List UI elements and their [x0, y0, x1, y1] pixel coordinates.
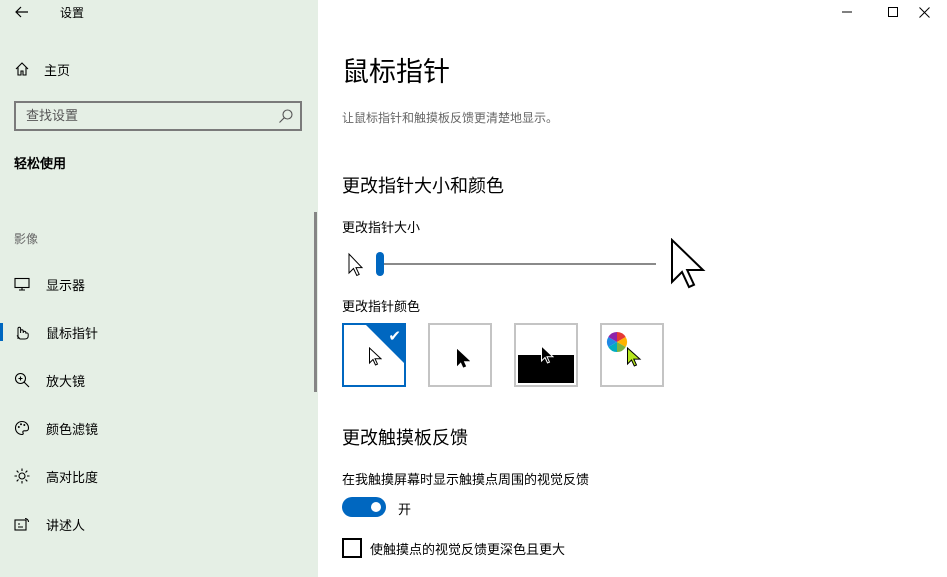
swatch-preview [602, 325, 662, 385]
sidebar-item-label: 显示器 [46, 278, 86, 294]
swatch-preview [516, 325, 576, 385]
color-label: 更改指针颜色 [342, 300, 421, 315]
checkbox-label: 使触摸点的视觉反馈更深色且更大 [370, 543, 566, 558]
search-box[interactable] [14, 101, 302, 131]
mouse-pointer-icon [13, 323, 31, 341]
black-cursor-icon [457, 349, 470, 368]
sidebar-item-label: 放大镜 [46, 374, 86, 390]
slider-thumb[interactable] [376, 252, 384, 276]
sidebar-item-label: 讲述人 [46, 518, 86, 534]
small-cursor-icon [348, 252, 364, 277]
home-icon [15, 62, 29, 76]
nav-home[interactable]: 主页 [14, 59, 70, 79]
sidebar-scrollbar[interactable] [314, 212, 317, 392]
toggle-knob [371, 502, 381, 512]
checkmark-icon: ✔ [388, 327, 401, 345]
section-title: 轻松使用 [14, 157, 67, 172]
touch-feedback-toggle[interactable] [342, 497, 386, 517]
sidebar-item-color-filters[interactable]: 颜色滤镜 [0, 408, 312, 448]
narrator-icon [13, 515, 31, 533]
sidebar-item-high-contrast[interactable]: 高对比度 [0, 456, 312, 496]
main-content: 鼠标指针 让鼠标指针和触摸板反馈更清楚地显示。 更改指针大小和颜色 更改指针大小… [318, 0, 947, 577]
pointer-color-black[interactable] [428, 323, 492, 387]
size-color-heading: 更改指针大小和颜色 [342, 176, 504, 197]
monitor-icon [13, 275, 31, 293]
large-cursor-icon [671, 238, 706, 289]
palette-icon [13, 419, 31, 437]
slider-track[interactable] [380, 263, 656, 265]
touch-feedback-label: 在我触摸屏幕时显示触摸点周围的视觉反馈 [342, 473, 590, 488]
page-title: 鼠标指针 [342, 57, 450, 88]
pointer-color-inverted[interactable] [514, 323, 578, 387]
page-description: 让鼠标指针和触摸板反馈更清楚地显示。 [342, 111, 559, 125]
back-arrow-icon [15, 6, 28, 18]
magnifier-icon [13, 371, 31, 389]
swatch-preview [430, 325, 490, 385]
sidebar-item-label: 鼠标指针 [46, 326, 99, 342]
inverted-cursor-icon [541, 345, 554, 364]
back-button[interactable] [12, 2, 32, 22]
active-indicator [0, 323, 3, 341]
nav-home-label: 主页 [44, 63, 71, 79]
color-wheel-icon [606, 331, 628, 353]
search-input[interactable] [16, 103, 271, 129]
sidebar: 设置 主页 轻松使用 影像 显示器 鼠标指针 放大镜 颜色滤镜 [0, 0, 318, 577]
sidebar-item-label: 高对比度 [46, 470, 99, 486]
sidebar-item-label: 颜色滤镜 [46, 422, 99, 438]
sidebar-item-magnifier[interactable]: 放大镜 [0, 360, 312, 400]
size-label: 更改指针大小 [342, 221, 421, 236]
app-title: 设置 [60, 6, 85, 20]
pointer-size-slider[interactable] [346, 238, 706, 292]
pointer-color-white[interactable]: ✔ [342, 323, 406, 387]
pointer-color-custom[interactable] [600, 323, 664, 387]
sidebar-item-narrator[interactable]: 讲述人 [0, 504, 312, 544]
category-label: 影像 [14, 232, 39, 246]
toggle-state-label: 开 [398, 503, 412, 518]
sidebar-item-display[interactable]: 显示器 [0, 264, 312, 304]
search-icon[interactable] [278, 108, 294, 124]
touch-feedback-heading: 更改触摸板反馈 [342, 428, 468, 449]
darker-feedback-checkbox[interactable] [342, 538, 362, 558]
sidebar-item-mouse-pointer[interactable]: 鼠标指针 [0, 312, 312, 352]
brightness-icon [13, 467, 31, 485]
custom-cursor-icon [627, 347, 642, 367]
